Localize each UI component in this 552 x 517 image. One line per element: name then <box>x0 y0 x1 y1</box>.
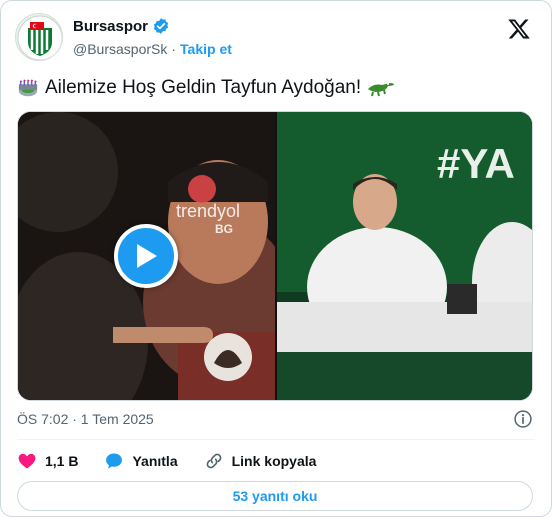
display-name[interactable]: Bursaspor <box>73 18 148 35</box>
reply-bubble-icon <box>106 453 123 469</box>
bursaspor-logo-icon <box>17 15 62 60</box>
reply-button[interactable]: Yanıtla <box>104 451 178 471</box>
tweet-text-row: Ailemize Hoş Geldin Tayfun Aydoğan! <box>17 77 535 99</box>
video-right-frame: #YA <box>277 112 532 400</box>
play-button[interactable] <box>114 224 178 288</box>
separator-dot: · <box>171 41 177 57</box>
handle-row: @BursasporSk · Takip et <box>73 41 232 57</box>
video-left-frame: trendyol BG <box>18 112 275 400</box>
link-icon <box>206 453 221 469</box>
divider <box>17 439 535 440</box>
video-thumbnail[interactable]: trendyol BG #YA <box>17 111 533 401</box>
mascot-logo-icon <box>204 333 252 381</box>
user-handle[interactable]: @BursasporSk <box>73 41 167 57</box>
svg-text:#YA: #YA <box>437 140 515 187</box>
tweet-timestamp[interactable]: ÖS 7:02 · 1 Tem 2025 <box>17 411 154 427</box>
follow-button[interactable]: Takip et <box>180 41 232 57</box>
video-right-image: #YA <box>277 112 532 400</box>
action-bar: 1,1 B Yanıtla Link kopyala <box>17 449 342 473</box>
heart-icon <box>18 453 36 469</box>
tweet-card: Bursaspor @BursasporSk · Takip et Ailemi… <box>0 0 552 517</box>
tweet-header: Bursaspor @BursasporSk · Takip et <box>15 11 537 63</box>
like-button[interactable]: 1,1 B <box>17 451 78 471</box>
name-row: Bursaspor <box>73 17 170 35</box>
stadium-icon <box>18 79 38 97</box>
crocodile-icon <box>368 83 395 97</box>
copy-link-button[interactable]: Link kopyala <box>204 451 317 471</box>
reply-label: Yanıtla <box>132 453 178 469</box>
like-count: 1,1 B <box>45 453 79 469</box>
play-icon <box>137 244 157 268</box>
avatar[interactable] <box>15 13 63 61</box>
copy-link-label: Link kopyala <box>231 453 317 469</box>
x-logo-icon[interactable] <box>507 17 531 41</box>
verified-badge-icon <box>153 18 169 34</box>
read-replies-button[interactable]: 53 yanıtı oku <box>17 481 533 511</box>
svg-text:trendyol: trendyol <box>176 201 240 221</box>
tweet-text: Ailemize Hoş Geldin Tayfun Aydoğan! <box>45 77 362 98</box>
info-icon[interactable] <box>513 409 533 429</box>
svg-text:BG: BG <box>215 222 233 236</box>
